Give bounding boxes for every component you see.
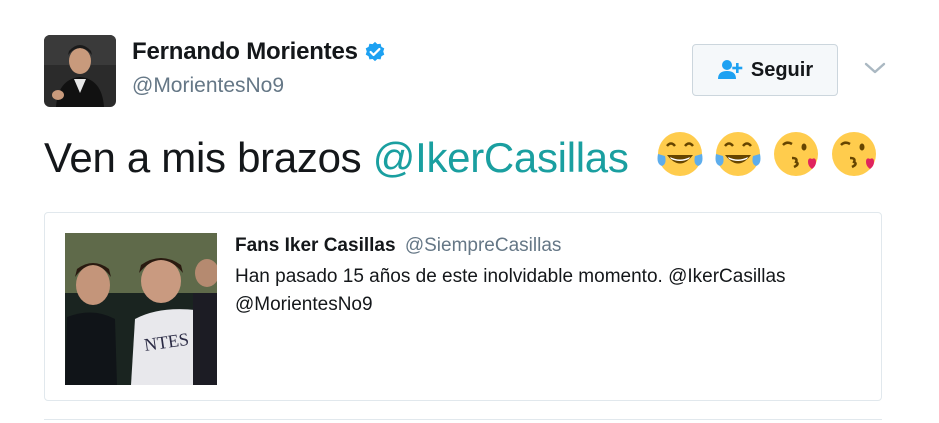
author-name[interactable]: Fernando Morientes [132,38,358,66]
quoted-author-name[interactable]: Fans Iker Casillas [235,235,396,256]
quoted-author-handle[interactable]: @SiempreCasillas [405,235,562,256]
tweet-body: Ven a mis brazos [44,134,373,181]
author-name-row[interactable]: Fernando Morientes [132,38,386,66]
emoji-row [654,128,880,180]
verified-badge-icon [364,41,386,63]
tears-of-joy-emoji-icon [657,132,703,176]
tweet-mention-link[interactable]: @IkerCasillas [373,134,629,181]
blowing-kiss-emoji-icon [832,132,876,176]
quoted-tweet-image[interactable]: NTES [65,233,217,385]
quoted-tweet-header: Fans Iker Casillas @SiempreCasillas [235,235,561,257]
quoted-tweet-text: Han pasado 15 años de este inolvidable m… [235,263,865,319]
author-handle[interactable]: @MorientesNo9 [132,74,284,98]
blowing-kiss-emoji-icon [774,132,818,176]
author-avatar[interactable] [44,35,116,107]
divider [44,419,882,420]
follow-button-label: Seguir [750,58,814,81]
add-user-icon [717,59,743,81]
follow-button[interactable]: Seguir [692,44,838,96]
tweet-text: Ven a mis brazos @IkerCasillas [44,128,629,188]
tears-of-joy-emoji-icon [715,132,761,176]
chevron-down-icon[interactable] [862,58,888,78]
quoted-text-line-1: Han pasado 15 años de este inolvidable m… [235,266,786,287]
quoted-text-line-2: @MorientesNo9 [235,294,373,315]
quoted-tweet-card[interactable]: NTES Fans Iker Casillas @SiempreCasillas… [44,212,882,401]
